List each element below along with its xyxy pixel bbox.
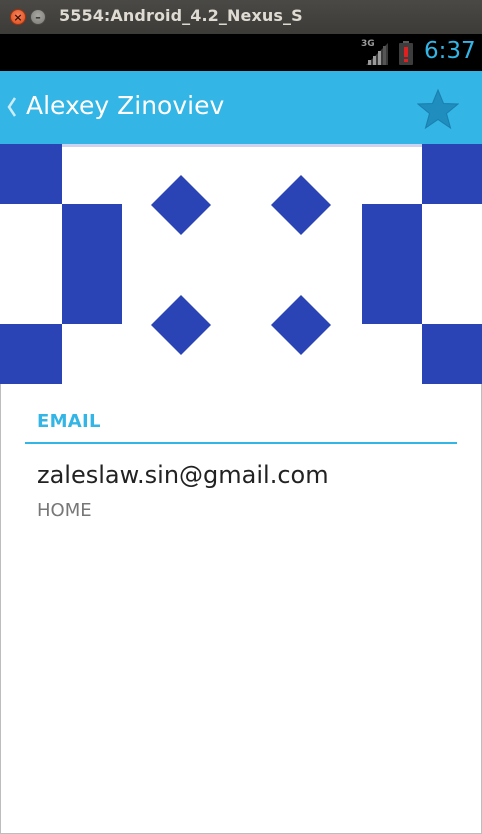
action-bar: Alexey Zinoviev [0, 71, 482, 144]
star-icon[interactable] [417, 88, 459, 130]
status-bar: 3G 6:37 [0, 34, 482, 71]
contact-photo-pattern [0, 144, 482, 384]
contact-photo [0, 144, 482, 384]
email-type-label: HOME [37, 500, 92, 521]
signal-strength-icon [366, 43, 388, 65]
contact-name-title[interactable]: Alexey Zinoviev [26, 91, 224, 120]
window-title: 5554:Android_4.2_Nexus_S [59, 6, 303, 25]
window-close-button[interactable]: × [10, 9, 26, 25]
section-divider [25, 442, 457, 444]
email-section-header: EMAIL [37, 411, 101, 432]
battery-alert-icon [399, 41, 413, 65]
chevron-left-icon[interactable] [7, 96, 17, 118]
window-titlebar: × – 5554:Android_4.2_Nexus_S [0, 0, 482, 34]
email-address[interactable]: zaleslaw.sin@gmail.com [37, 461, 329, 489]
status-clock: 6:37 [424, 38, 476, 64]
window-minimize-button[interactable]: – [30, 9, 46, 25]
